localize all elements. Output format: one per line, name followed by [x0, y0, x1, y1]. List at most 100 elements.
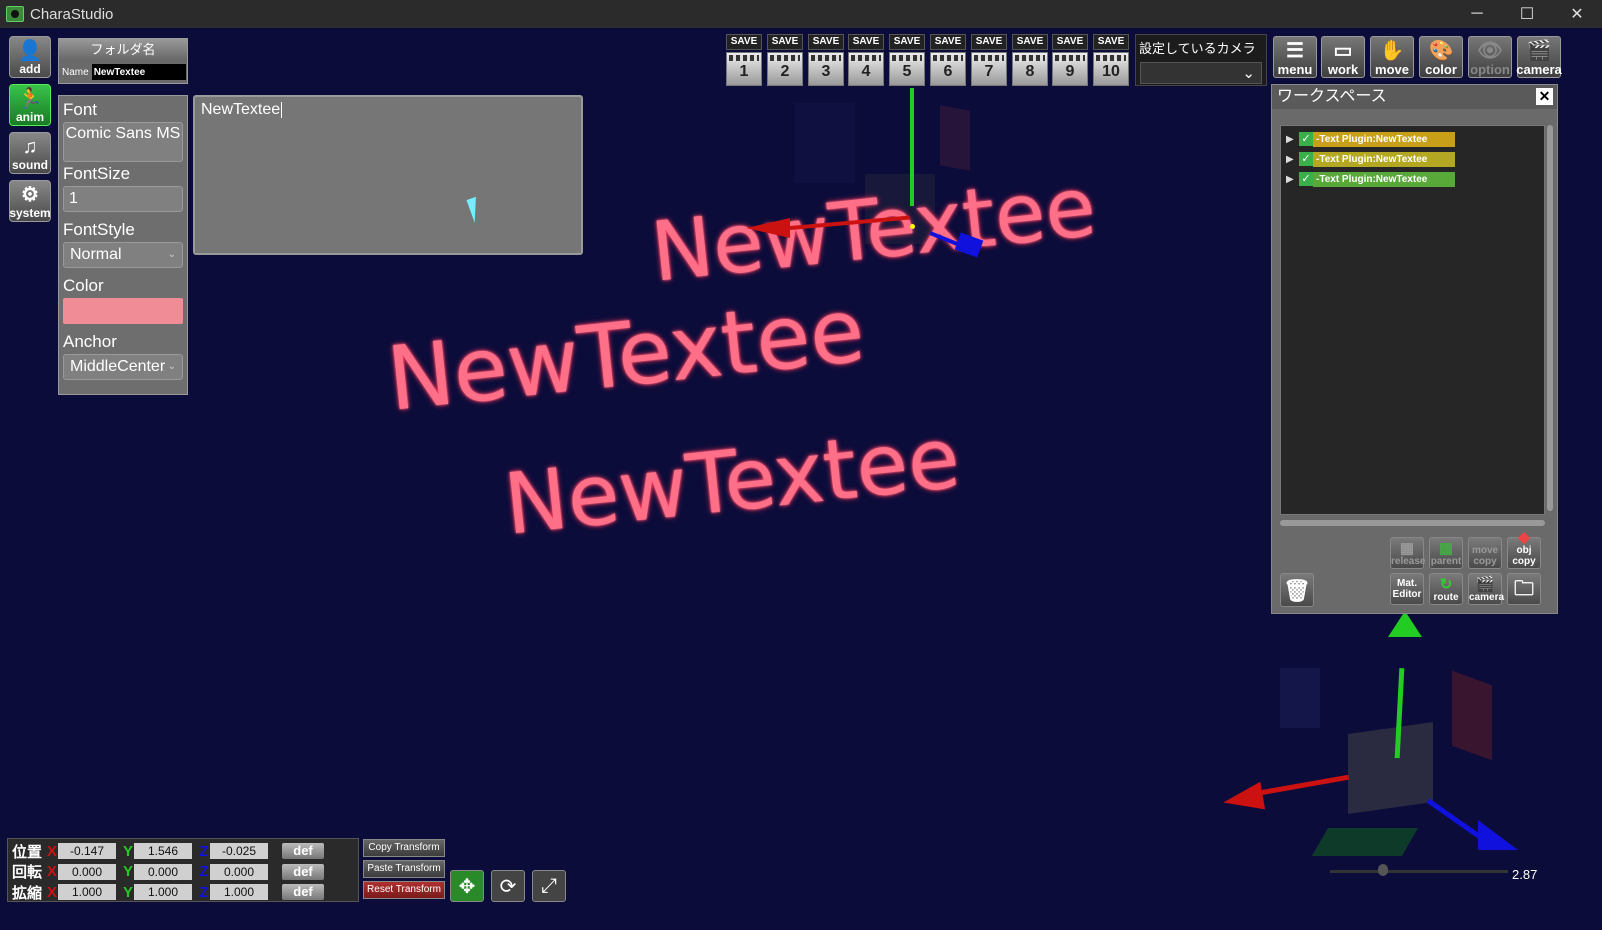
- sidebar-item-sound[interactable]: ♫ sound: [9, 132, 51, 174]
- minimize-button[interactable]: ─: [1452, 0, 1502, 28]
- workspace-tree-item[interactable]: ▶ ✓ -Text Plugin:NewTextee: [1286, 149, 1544, 169]
- workspace-tree-item[interactable]: ▶ ✓ -Text Plugin:NewTextee: [1286, 169, 1544, 189]
- save-slot-7[interactable]: SAVE 7: [971, 34, 1007, 86]
- ws-camera-button[interactable]: 🎬 camera: [1468, 573, 1504, 605]
- gizmo-y-axis[interactable]: [910, 88, 914, 206]
- parent-button[interactable]: ▦ parent: [1429, 537, 1463, 569]
- orient-x-arrow[interactable]: [1220, 781, 1266, 817]
- scene-slot-button[interactable]: 3: [808, 52, 844, 86]
- fontstyle-dropdown[interactable]: Normal ⌄: [63, 242, 183, 268]
- obj-copy-button[interactable]: ◆ obj copy: [1507, 530, 1541, 569]
- default-button[interactable]: def: [282, 843, 324, 859]
- close-window-button[interactable]: ✕: [1552, 0, 1602, 28]
- save-slot-1[interactable]: SAVE 1: [726, 34, 762, 86]
- transform-x-input[interactable]: 0.000: [58, 863, 116, 880]
- save-button[interactable]: SAVE: [767, 34, 803, 50]
- move-copy-button[interactable]: move copy: [1468, 537, 1502, 569]
- scene-slot-button[interactable]: 9: [1052, 52, 1088, 86]
- orient-x-axis[interactable]: [1261, 774, 1350, 795]
- camera-button[interactable]: 🎬 camera: [1516, 36, 1562, 78]
- transform-z-input[interactable]: 1.000: [210, 884, 268, 900]
- transform-y-input[interactable]: 1.546: [134, 843, 192, 859]
- transform-y-input[interactable]: 1.000: [134, 884, 192, 900]
- folder-button[interactable]: 🗀: [1507, 573, 1541, 605]
- orient-z-axis[interactable]: [1426, 798, 1487, 843]
- scene-slot-button[interactable]: 7: [971, 52, 1007, 86]
- copy-transform-button[interactable]: Copy Transform: [363, 839, 445, 857]
- save-slot-4[interactable]: SAVE 4: [848, 34, 884, 86]
- menu-button[interactable]: ☰ menu: [1273, 36, 1317, 78]
- scene-slot-button[interactable]: 8: [1012, 52, 1048, 86]
- save-button[interactable]: SAVE: [971, 34, 1007, 50]
- save-slot-9[interactable]: SAVE 9: [1052, 34, 1088, 86]
- route-button[interactable]: ↻ route: [1429, 573, 1463, 605]
- scene-slot-button[interactable]: 10: [1093, 52, 1129, 86]
- maximize-button[interactable]: ☐: [1502, 0, 1552, 28]
- save-slot-8[interactable]: SAVE 8: [1012, 34, 1048, 86]
- scene-text-2[interactable]: NewTextee: [383, 278, 869, 430]
- expand-arrow-icon[interactable]: ▶: [1286, 174, 1299, 185]
- save-button[interactable]: SAVE: [1052, 34, 1088, 50]
- save-slot-2[interactable]: SAVE 2: [767, 34, 803, 86]
- visibility-checkbox[interactable]: ✓: [1299, 172, 1313, 186]
- transform-y-input[interactable]: 0.000: [134, 863, 192, 880]
- scene-text-3[interactable]: NewTextee: [500, 409, 964, 554]
- color-button[interactable]: 🎨 color: [1419, 36, 1463, 78]
- visibility-checkbox[interactable]: ✓: [1299, 152, 1313, 166]
- reset-transform-button[interactable]: Reset Transform: [363, 881, 445, 899]
- save-button[interactable]: SAVE: [726, 34, 762, 50]
- workspace-tree-item[interactable]: ▶ ✓ -Text Plugin:NewTextee: [1286, 129, 1544, 149]
- release-button[interactable]: ▦ release: [1390, 537, 1425, 569]
- save-slot-3[interactable]: SAVE 3: [808, 34, 844, 86]
- save-slot-6[interactable]: SAVE 6: [930, 34, 966, 86]
- name-input[interactable]: [91, 64, 186, 80]
- work-button[interactable]: ▭ work: [1321, 36, 1365, 78]
- trash-button[interactable]: 🗑: [1280, 573, 1314, 607]
- sidebar-item-anim[interactable]: 🏃 anim: [9, 84, 51, 126]
- scene-slot-button[interactable]: 1: [726, 52, 762, 86]
- paste-transform-button[interactable]: Paste Transform: [363, 860, 445, 878]
- transform-z-input[interactable]: -0.025: [210, 843, 268, 859]
- save-button[interactable]: SAVE: [930, 34, 966, 50]
- visibility-checkbox[interactable]: ✓: [1299, 132, 1313, 146]
- transform-x-input[interactable]: -0.147: [58, 843, 116, 859]
- orient-z-arrow[interactable]: [1478, 820, 1518, 850]
- sidebar-item-system[interactable]: ⚙ system: [9, 180, 51, 222]
- zoom-slider-track[interactable]: [1330, 870, 1508, 873]
- color-swatch[interactable]: [63, 298, 183, 324]
- save-slot-5[interactable]: SAVE 5: [889, 34, 925, 86]
- zoom-slider-handle[interactable]: [1378, 864, 1388, 876]
- option-button[interactable]: 👁 option: [1468, 36, 1512, 78]
- gizmo-x-arrow[interactable]: [746, 218, 790, 238]
- camera-dropdown[interactable]: ⌄: [1140, 62, 1262, 84]
- rotate-mode-button[interactable]: ⟳: [491, 870, 525, 902]
- anchor-dropdown[interactable]: MiddleCenter ⌄: [63, 354, 183, 380]
- scale-mode-button[interactable]: ⤢: [532, 870, 566, 902]
- close-icon[interactable]: ✕: [1536, 88, 1553, 105]
- default-button[interactable]: def: [282, 884, 324, 900]
- workspace-vscrollbar[interactable]: [1547, 125, 1553, 511]
- save-button[interactable]: SAVE: [808, 34, 844, 50]
- default-button[interactable]: def: [282, 863, 324, 880]
- text-content-editor[interactable]: NewTextee: [193, 95, 583, 255]
- scene-slot-button[interactable]: 2: [767, 52, 803, 86]
- orient-y-arrow[interactable]: [1388, 611, 1422, 637]
- expand-arrow-icon[interactable]: ▶: [1286, 154, 1299, 165]
- move-button[interactable]: ✋ move: [1370, 36, 1414, 78]
- font-select-button[interactable]: Comic Sans MS: [63, 122, 183, 162]
- scene-slot-button[interactable]: 4: [848, 52, 884, 86]
- scene-slot-button[interactable]: 6: [930, 52, 966, 86]
- expand-arrow-icon[interactable]: ▶: [1286, 134, 1299, 145]
- save-slot-10[interactable]: SAVE 10: [1093, 34, 1129, 86]
- save-button[interactable]: SAVE: [1093, 34, 1129, 50]
- move-mode-button[interactable]: ✥: [450, 870, 484, 902]
- save-button[interactable]: SAVE: [1012, 34, 1048, 50]
- save-button[interactable]: SAVE: [848, 34, 884, 50]
- save-button[interactable]: SAVE: [889, 34, 925, 50]
- transform-z-input[interactable]: 0.000: [210, 863, 268, 880]
- mat-editor-button[interactable]: Mat. Editor: [1390, 573, 1424, 605]
- workspace-hscrollbar[interactable]: [1280, 520, 1545, 526]
- fontsize-input[interactable]: 1: [63, 186, 183, 212]
- scene-slot-button[interactable]: 5: [889, 52, 925, 86]
- transform-x-input[interactable]: 1.000: [58, 884, 116, 900]
